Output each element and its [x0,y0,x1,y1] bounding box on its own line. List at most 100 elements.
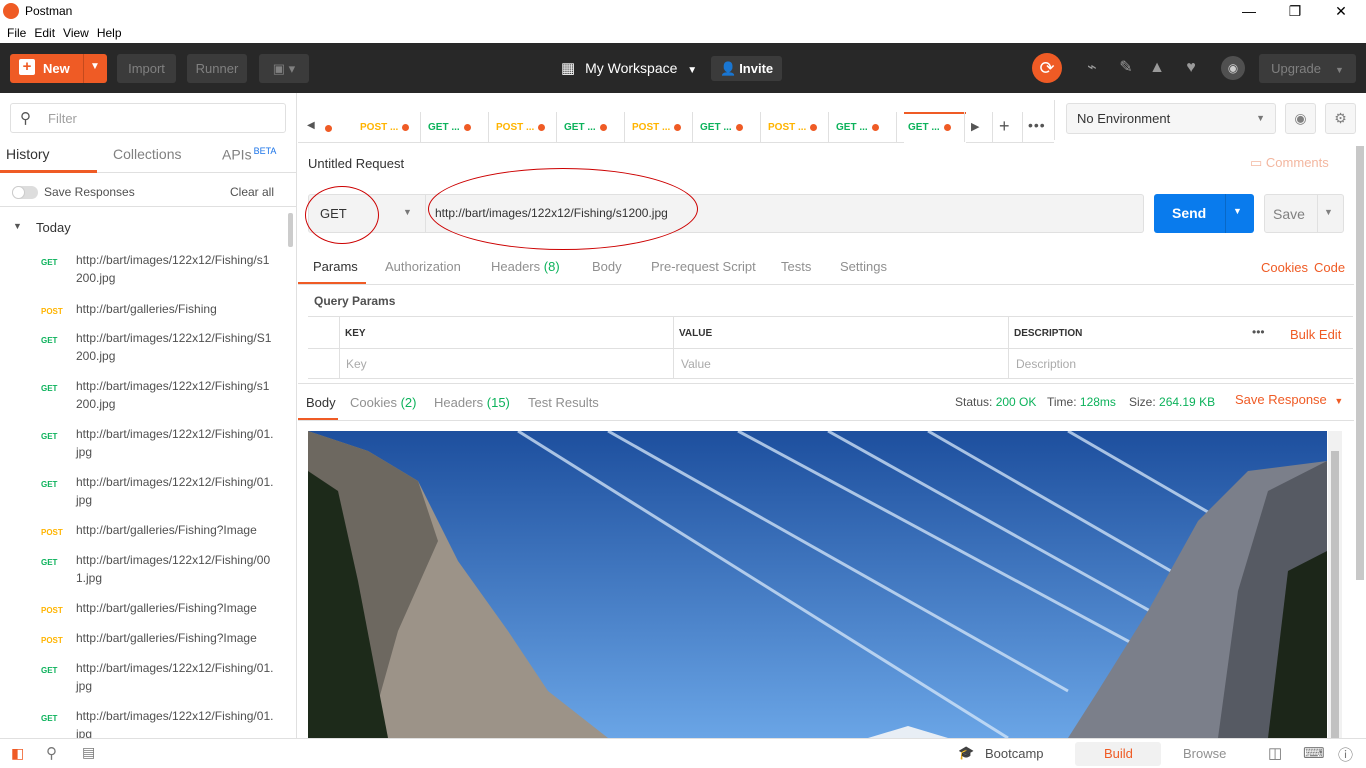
sidebar-scrollbar[interactable] [288,213,293,247]
import-button[interactable]: Import [117,54,176,83]
divider [1317,195,1318,232]
history-url: http://bart/galleries/Fishing?Image [76,523,257,537]
unsaved-dot [871,123,879,131]
comment-icon: ▭ [1250,155,1263,170]
add-tab-icon[interactable]: + [999,116,1010,137]
search-icon[interactable]: ⚲ [46,744,57,762]
request-tab[interactable]: GET ... [700,114,762,142]
minimize-button[interactable]: — [1226,0,1272,22]
eye-icon[interactable]: ◉ [1285,103,1316,134]
tab-history[interactable]: History [6,146,50,162]
sidebar: ⚲ Filter History Collections APIs BETA Sa… [0,93,297,741]
unsaved-dot [735,123,743,131]
menu-view[interactable]: View [63,26,89,40]
response-scrollbar[interactable] [1328,431,1342,738]
request-tab-label: GET ... [564,122,596,133]
request-tab[interactable]: GET ... [904,112,966,143]
request-tab-label: GET ... [700,122,732,133]
request-tab[interactable]: POST ... [768,114,830,142]
cookies-link[interactable]: Cookies [1261,260,1308,275]
environment-select[interactable]: No Environment ▼ [1066,103,1276,134]
key-input[interactable]: Key [346,357,367,371]
send-button[interactable]: Send ▼ [1154,194,1254,233]
history-group-today[interactable]: Today [36,220,71,235]
tab-collections[interactable]: Collections [113,146,181,162]
new-button[interactable]: + New ▼ [10,54,107,83]
restore-button[interactable]: ❐ [1272,0,1318,22]
request-tab[interactable]: POST ... [360,114,422,142]
caret-down-icon[interactable]: ▼ [13,221,22,231]
query-params-table: KEY VALUE DESCRIPTION ••• Bulk Edit Key … [308,316,1353,379]
runner-button[interactable]: Runner [187,54,247,83]
tab-pre-request-script[interactable]: Pre-request Script [651,259,756,274]
filter-input[interactable]: Filter [48,111,77,126]
tab-tests[interactable]: Tests [781,259,811,274]
clear-all-button[interactable]: Clear all [230,185,274,199]
code-link[interactable]: Code [1314,260,1345,275]
bell-icon[interactable]: ▲ [1146,57,1168,79]
upgrade-label: Upgrade [1271,61,1321,76]
comments-button[interactable]: ▭ Comments [1250,155,1329,171]
save-responses-toggle[interactable] [12,186,38,199]
method-badge: POST [41,307,63,316]
help-icon[interactable]: ⓘ [1338,744,1353,765]
gear-icon[interactable]: ⚙ [1325,103,1356,134]
sidebar-toggle-icon[interactable]: ◧ [11,745,24,762]
tab-body[interactable]: Body [592,259,622,274]
menu-help[interactable]: Help [97,26,122,40]
sync-icon[interactable]: ⟳ [1032,53,1062,83]
tab-settings[interactable]: Settings [840,259,887,274]
description-input[interactable]: Description [1016,357,1076,371]
request-tab[interactable]: POST ... [632,114,694,142]
method-badge: GET [41,666,58,675]
chevron-down-icon[interactable]: ▼ [90,61,100,72]
satellite-icon[interactable]: ⌁ [1081,57,1103,79]
chevron-down-icon[interactable]: ▼ [1324,207,1333,217]
save-button[interactable]: Save ▼ [1264,194,1344,233]
build-mode-button[interactable]: Build [1075,742,1161,766]
request-tab[interactable]: POST ... [496,114,558,142]
tabs-scroll-right-icon[interactable]: ▶ [971,120,979,133]
bootcamp-button[interactable]: Bootcamp [985,746,1044,761]
upgrade-button[interactable]: Upgrade ▼ [1259,54,1356,83]
invite-button[interactable]: 👤 Invite [711,56,782,81]
two-pane-icon[interactable]: ◫ [1268,744,1282,762]
tab-headers[interactable]: Headers (8) [491,259,560,274]
new-label: New [43,61,70,76]
tabs-scroll-left-icon[interactable]: ◀ [307,120,315,131]
request-tab[interactable]: GET ... [564,114,626,142]
chevron-down-icon[interactable]: ▼ [1233,206,1242,216]
request-name[interactable]: Untitled Request [308,156,404,171]
tab-response-cookies[interactable]: Cookies (2) [350,395,416,410]
tab-response-body[interactable]: Body [306,395,336,410]
request-tab-label: POST ... [632,122,671,133]
browse-mode-button[interactable]: Browse [1183,746,1226,761]
plus-icon: + [19,59,35,75]
workspace-selector[interactable]: ▦ My Workspace ▼ [561,54,697,83]
main-scrollbar[interactable] [1356,146,1364,580]
keyboard-icon[interactable]: ⌨ [1303,744,1325,762]
more-tabs-icon[interactable]: ••• [1028,117,1046,133]
tab-apis[interactable]: APIs BETA [222,146,276,163]
heart-icon[interactable]: ♥ [1180,57,1202,79]
tab-test-results[interactable]: Test Results [528,395,599,410]
save-response-button[interactable]: Save Response ▼ [1235,392,1343,407]
console-icon[interactable]: ▤ [82,744,95,761]
tab-response-headers[interactable]: Headers (15) [434,395,510,410]
more-options-icon[interactable]: ••• [1252,325,1265,339]
new-window-icon: ▣ ▾ [272,61,296,76]
method-badge: GET [41,480,58,489]
avatar[interactable]: ◉ [1221,56,1245,80]
menu-edit[interactable]: Edit [34,26,55,40]
wrench-icon[interactable]: ✎ [1115,57,1137,79]
menu-file[interactable]: File [7,26,26,40]
tab-authorization[interactable]: Authorization [385,259,461,274]
bulk-edit-link[interactable]: Bulk Edit [1290,327,1341,342]
request-tab[interactable]: GET ... [428,114,490,142]
filter-field[interactable]: ⚲ Filter [10,103,286,133]
new-window-button[interactable]: ▣ ▾ [259,54,309,83]
request-tab[interactable]: GET ... [836,114,898,142]
close-button[interactable]: ✕ [1318,0,1364,22]
value-input[interactable]: Value [681,357,711,371]
tab-params[interactable]: Params [313,259,358,274]
